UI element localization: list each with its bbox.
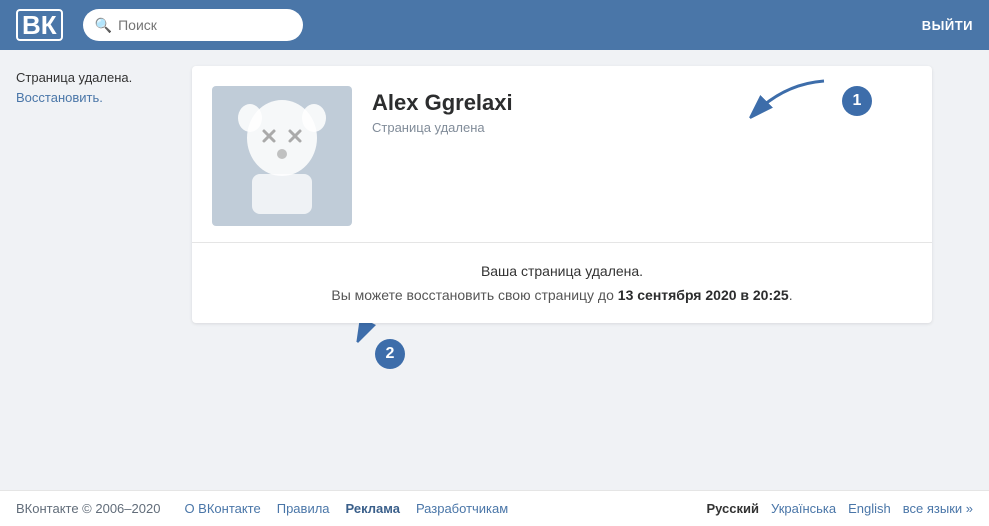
footer-nav: О ВКонтакте Правила Реклама Разработчика… (184, 501, 706, 516)
deleted-subtitle-pre: Вы можете восстановить свою страницу до (331, 287, 617, 303)
footer-link-about[interactable]: О ВКонтакте (184, 501, 260, 516)
sidebar: Страница удалена. Восстановить. (16, 66, 176, 323)
footer: ВКонтакте © 2006–2020 О ВКонтакте Правил… (0, 490, 989, 526)
badge-2: 2 (375, 339, 405, 369)
header: ВК 🔍 ВЫЙТИ (0, 0, 989, 50)
footer-link-rules[interactable]: Правила (277, 501, 330, 516)
search-input[interactable] (118, 17, 291, 33)
profile-header: Alex Ggrelaxi Страница удалена (192, 66, 932, 243)
arrow1-icon (744, 76, 834, 126)
footer-link-ads[interactable]: Реклама (346, 501, 400, 516)
footer-lang-en[interactable]: English (848, 501, 891, 516)
search-icon: 🔍 (95, 17, 112, 34)
footer-lang-all[interactable]: все языки » (903, 501, 973, 516)
deleted-message: Ваша страница удалена. Вы можете восстан… (192, 243, 932, 323)
deleted-title: Ваша страница удалена. (212, 263, 912, 279)
footer-lang-ru[interactable]: Русский (706, 501, 759, 516)
deleted-date: 13 сентября 2020 в 20:25 (618, 287, 789, 303)
avatar (212, 86, 352, 226)
dead-avatar-icon (232, 96, 332, 216)
footer-link-dev[interactable]: Разработчикам (416, 501, 508, 516)
sidebar-deleted-text: Страница удалена. (16, 70, 176, 85)
footer-copyright: ВКонтакте © 2006–2020 (16, 501, 160, 516)
profile-card: Alex Ggrelaxi Страница удалена (192, 66, 932, 323)
profile-name: Alex Ggrelaxi (372, 90, 513, 116)
badge-1: 1 (842, 86, 872, 116)
sidebar-restore-link[interactable]: Восстановить. (16, 90, 103, 105)
annotation-1: 1 (744, 76, 872, 126)
profile-status: Страница удалена (372, 120, 513, 135)
deleted-subtitle: Вы можете восстановить свою страницу до … (212, 287, 912, 303)
deleted-subtitle-post: . (789, 287, 793, 303)
search-bar: 🔍 (83, 9, 303, 41)
profile-info: Alex Ggrelaxi Страница удалена (372, 86, 513, 135)
logout-button[interactable]: ВЫЙТИ (922, 18, 973, 33)
vk-logo[interactable]: ВК (16, 9, 63, 42)
footer-lang-uk[interactable]: Українська (771, 501, 836, 516)
footer-languages: Русский Українська English все языки » (706, 501, 973, 516)
